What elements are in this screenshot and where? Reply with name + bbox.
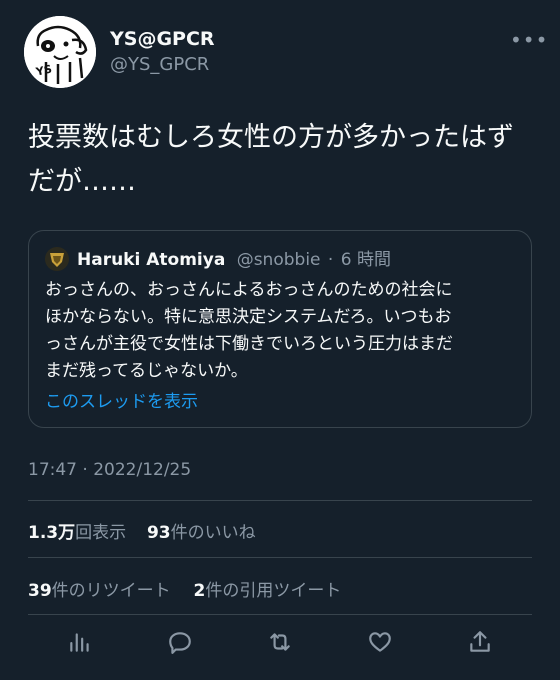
view-like-stats: 1.3万回表示 93件のいいね [28,518,256,543]
tweet-line-1: 投票数はむしろ女性の方が多かったはず [28,122,514,153]
quoted-line-2: ほかならない。特に意思決定システムだろ。いつもお [45,307,452,327]
quoted-line-1: おっさんの、おっさんによるおっさんのための社会に [45,280,453,300]
quoted-line-4: まだ残ってるじゃないか。 [45,361,248,381]
action-bar [0,614,560,670]
retweet-icon[interactable] [264,626,296,658]
quoted-dot: · [327,250,334,270]
quoted-line-3: っさんが主役で女性は下働きでいろという圧力はまだ [45,334,453,354]
author-name[interactable]: YS@GPCR [110,28,215,50]
dog-avatar-icon [24,16,96,88]
quoted-text: おっさんの、おっさんによるおっさんのための社会に ほかならない。特に意思決定シス… [45,277,519,385]
quotes-label[interactable]: 件の引用ツイート [205,581,341,601]
quotes-count[interactable]: 2 [193,581,205,601]
author-avatar[interactable]: YS [24,16,96,88]
quoted-time[interactable]: 6 時間 [341,250,391,270]
more-options-icon[interactable]: ••• [510,28,548,52]
analytics-icon[interactable] [64,626,96,658]
share-icon[interactable] [464,626,496,658]
author-handle[interactable]: @YS_GPCR [110,54,209,75]
quoted-author-name[interactable]: Haruki Atomiya [77,250,225,270]
quoted-author-avatar [45,247,69,271]
quoted-author-handle[interactable]: @snobbie [237,250,321,270]
tweet-timestamp[interactable]: 17:47 · 2022/12/25 [28,460,191,480]
tweet-text: 投票数はむしろ女性の方が多かったはず だが…… [28,116,540,204]
likes-label[interactable]: 件のいいね [171,523,256,543]
like-icon[interactable] [364,626,396,658]
quoted-header: Haruki Atomiya @snobbie · 6 時間 [77,245,391,270]
likes-count[interactable]: 93 [147,523,171,543]
views-count: 1.3万 [28,523,76,543]
divider [28,500,532,501]
retweets-count[interactable]: 39 [28,581,52,601]
tweet-line-2: だが…… [28,166,136,197]
reply-icon[interactable] [164,626,196,658]
views-label: 回表示 [75,523,127,543]
quoted-tweet-card[interactable]: Haruki Atomiya @snobbie · 6 時間 おっさんの、おっさ… [28,230,532,428]
show-thread-link[interactable]: このスレッドを表示 [45,387,198,412]
retweet-quote-stats: 39件のリツイート 2件の引用ツイート [28,576,341,601]
retweets-label[interactable]: 件のリツイート [52,581,171,601]
emblem-icon [45,247,69,271]
divider [28,557,532,558]
